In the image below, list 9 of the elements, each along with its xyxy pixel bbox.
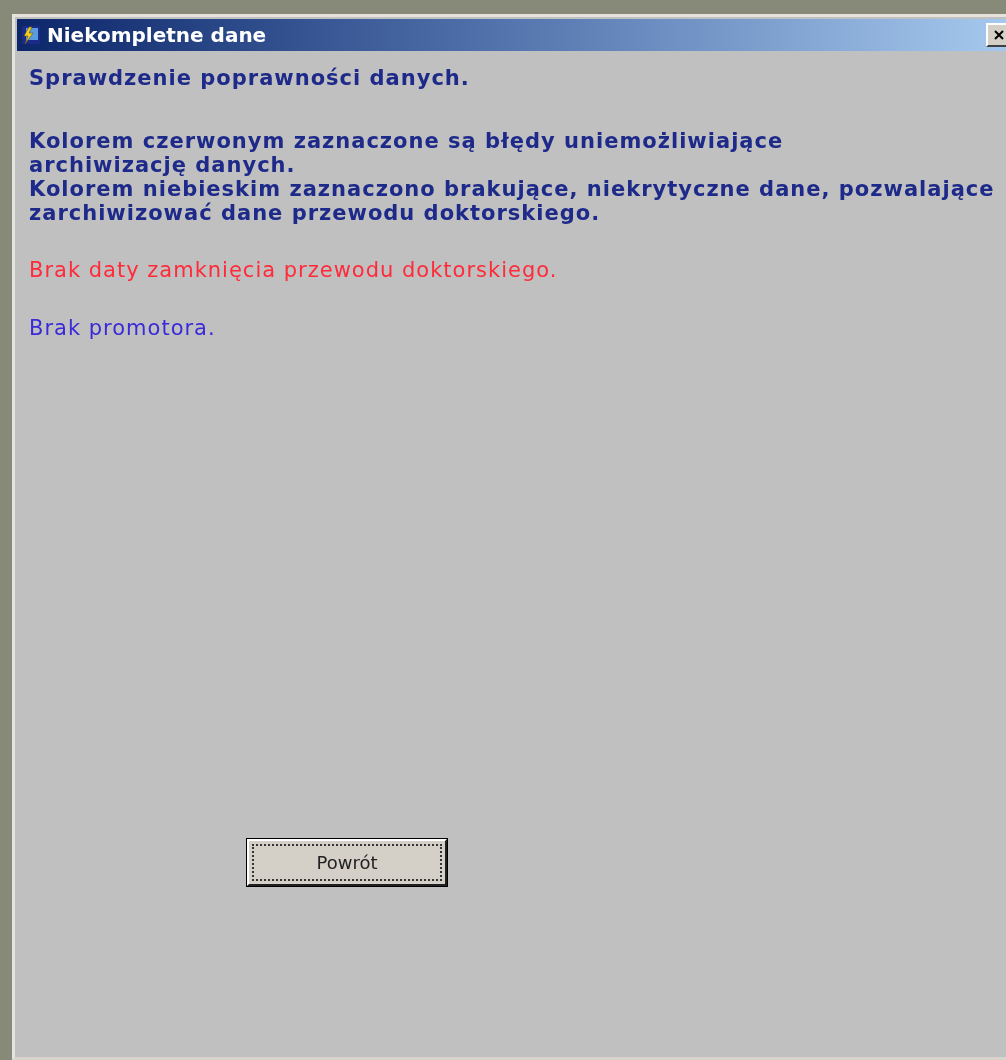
close-icon [993, 29, 1005, 41]
back-button[interactable]: Powrót [247, 839, 447, 886]
close-button[interactable] [986, 23, 1006, 47]
validation-message: Brak promotora. [29, 315, 217, 341]
explanation-text: Kolorem czerwonym zaznaczone są błędy uniemożliwiające archiwizację danych. Kolorem niebieskim zaznaczono brakujące, niekrytyczne dane, pozwalające zarchiwizować dane przewodu doktorskiego. [29, 129, 996, 225]
app-icon [21, 25, 41, 45]
validation-message: Brak daty zamknięcia przewodu doktorskiego. [29, 257, 559, 283]
window-title: Niekompletne dane [47, 23, 267, 47]
heading-text: Sprawdzenie poprawności danych. [29, 65, 471, 91]
